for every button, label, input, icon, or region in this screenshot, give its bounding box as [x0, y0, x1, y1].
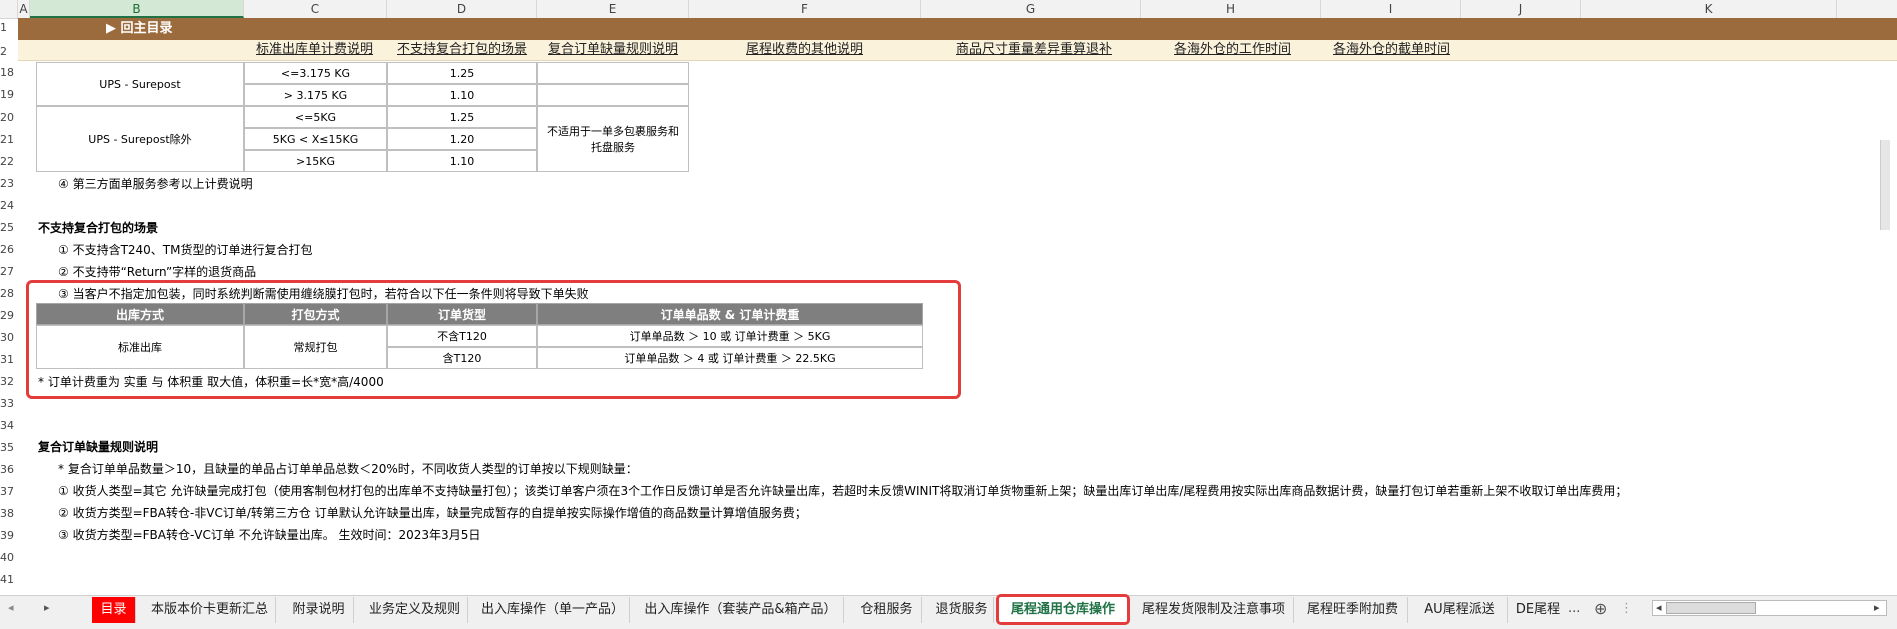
link-warehouse-hours[interactable]: 各海外仓的工作时间 — [1174, 40, 1291, 60]
table-cell: 1.25 — [387, 62, 537, 84]
table-cell: > 3.175 KG — [244, 84, 387, 106]
row-header[interactable]: 24 — [0, 199, 18, 212]
row-header[interactable]: 34 — [0, 419, 18, 432]
list-item: ③ 收货方类型=FBA转仓-VC订单 不允许缺量出库。 生效时间：2023年3月… — [58, 528, 481, 542]
tab-returns[interactable]: 退货服务 — [930, 597, 994, 623]
table-cell: <=3.175 KG — [244, 62, 387, 84]
row-header[interactable]: 28 — [0, 287, 18, 300]
tab-inout-set[interactable]: 出入库操作（套装产品&箱产品） — [638, 597, 844, 623]
note-third-party: ④ 第三方面单服务参考以上计费说明 — [58, 177, 253, 191]
scroll-right-icon[interactable]: ▸ — [1874, 601, 1880, 614]
column-header-j[interactable]: J — [1461, 0, 1581, 18]
list-item: ② 收货方类型=FBA转仓-非VC订单/转第三方仓 订单默认允许缺量出库，缺量完… — [58, 506, 807, 520]
add-sheet-icon[interactable]: ⊕ — [1594, 599, 1607, 618]
tab-appendix[interactable]: 附录说明 — [284, 597, 354, 623]
link-tail-fees[interactable]: 尾程收费的其他说明 — [746, 40, 863, 60]
column-header-d[interactable]: D — [387, 0, 537, 18]
menu-row — [18, 18, 1897, 40]
column-header-b[interactable]: B — [30, 0, 244, 18]
row-header[interactable]: 22 — [0, 155, 18, 168]
row-header[interactable]: 30 — [0, 331, 18, 344]
column-header-h[interactable]: H — [1141, 0, 1321, 18]
table-cell: 1.25 — [387, 106, 537, 128]
column-header-e[interactable]: E — [537, 0, 689, 18]
scrollbar-thumb[interactable] — [1666, 602, 1756, 614]
table-cell: 1.10 — [387, 84, 537, 106]
table-cell: 不适用于一单多包裹服务和托盘服务 — [537, 106, 689, 172]
row-header[interactable]: 35 — [0, 441, 18, 454]
row-header[interactable]: 29 — [0, 309, 18, 322]
table-cell: 5KG < X≤15KG — [244, 128, 387, 150]
row-header[interactable]: 26 — [0, 243, 18, 256]
column-header-i[interactable]: I — [1321, 0, 1461, 18]
tab-price-update[interactable]: 本版本价卡更新汇总 — [144, 597, 276, 623]
list-item: ① 收货人类型=其它 允许缺量完成打包（使用客制包材打包的出库单不支持缺量打包）… — [58, 484, 1628, 498]
row-header[interactable]: 1 — [0, 21, 18, 34]
highlight-box — [26, 280, 961, 399]
column-header-c[interactable]: C — [244, 0, 387, 18]
column-header-k[interactable]: K — [1581, 0, 1837, 18]
row-header[interactable]: 39 — [0, 529, 18, 542]
row-header[interactable]: 37 — [0, 485, 18, 498]
table-cell: UPS - Surepost — [36, 62, 244, 106]
tab-tail-limits[interactable]: 尾程发货限制及注意事项 — [1134, 597, 1294, 623]
select-all-corner[interactable] — [0, 0, 18, 18]
table-cell: 1.20 — [387, 128, 537, 150]
section-title-unsupported: 不支持复合打包的场景 — [38, 221, 159, 235]
section-title-shortage: 复合订单缺量规则说明 — [38, 440, 159, 454]
scroll-left-icon[interactable]: ◂ — [1656, 601, 1662, 614]
list-item: ② 不支持带“Return”字样的退货商品 — [58, 265, 257, 279]
tab-catalog[interactable]: 目录 — [92, 597, 136, 623]
table-cell: <=5KG — [244, 106, 387, 128]
row-header[interactable]: 31 — [0, 353, 18, 366]
row-header[interactable]: 18 — [0, 66, 18, 79]
link-cutoff-times[interactable]: 各海外仓的截单时间 — [1333, 40, 1450, 60]
column-header-f[interactable]: F — [689, 0, 921, 18]
column-header-a[interactable]: A — [18, 0, 30, 18]
row-header[interactable]: 41 — [0, 573, 18, 586]
row-header[interactable]: 38 — [0, 507, 18, 520]
list-item: ① 不支持含T240、TM货型的订单进行复合打包 — [58, 243, 313, 257]
tab-peak-surcharge[interactable]: 尾程旺季附加费 — [1298, 597, 1408, 623]
table-cell — [537, 62, 689, 84]
tab-nav-left-icon[interactable]: ◂ — [8, 601, 14, 614]
row-header[interactable]: 21 — [0, 133, 18, 146]
row-header[interactable]: 23 — [0, 177, 18, 190]
row-header[interactable]: 25 — [0, 221, 18, 234]
row-header[interactable]: 19 — [0, 88, 18, 101]
tab-nav-right-icon[interactable]: ▸ — [44, 601, 50, 614]
link-shortage-rules[interactable]: 复合订单缺量规则说明 — [548, 40, 678, 60]
row-header[interactable]: 32 — [0, 375, 18, 388]
back-to-menu-link[interactable]: ▶ 回主目录 — [106, 18, 173, 40]
tab-split-icon[interactable]: ⋮ — [1620, 601, 1633, 616]
link-unsupported-packing[interactable]: 不支持复合打包的场景 — [397, 40, 527, 60]
tab-business-rules[interactable]: 业务定义及规则 — [362, 597, 468, 623]
vertical-scrollbar[interactable] — [1880, 140, 1890, 230]
table-cell: 1.10 — [387, 150, 537, 172]
row-header[interactable]: 36 — [0, 463, 18, 476]
table-cell — [537, 84, 689, 106]
tab-tail-warehouse[interactable]: 尾程通用仓库操作 — [996, 594, 1130, 625]
row-header[interactable]: 40 — [0, 551, 18, 564]
row-header[interactable]: 20 — [0, 111, 18, 124]
more-tabs-button[interactable]: ... — [1568, 601, 1580, 616]
link-standard-outbound[interactable]: 标准出库单计费说明 — [256, 40, 373, 60]
row-header[interactable]: 2 — [0, 45, 18, 58]
table-cell: >15KG — [244, 150, 387, 172]
tab-storage[interactable]: 仓租服务 — [852, 597, 922, 623]
list-item: * 复合订单单品数量＞10，且缺量的单品占订单单品总数＜20%时，不同收货人类型… — [58, 462, 638, 476]
tab-inout-single[interactable]: 出入库操作（单一产品） — [476, 597, 630, 623]
column-header-g[interactable]: G — [921, 0, 1141, 18]
column-header-bar: A B C D E F G H I J K — [0, 0, 1897, 19]
link-size-weight-diff[interactable]: 商品尺寸重量差异重算退补 — [956, 40, 1112, 60]
tab-au-delivery[interactable]: AU尾程派送 — [1412, 597, 1508, 623]
table-cell: UPS - Surepost除外 — [36, 106, 244, 172]
row-header[interactable]: 33 — [0, 397, 18, 410]
tab-de[interactable]: DE尾程 — [1512, 597, 1564, 623]
row-header[interactable]: 27 — [0, 265, 18, 278]
